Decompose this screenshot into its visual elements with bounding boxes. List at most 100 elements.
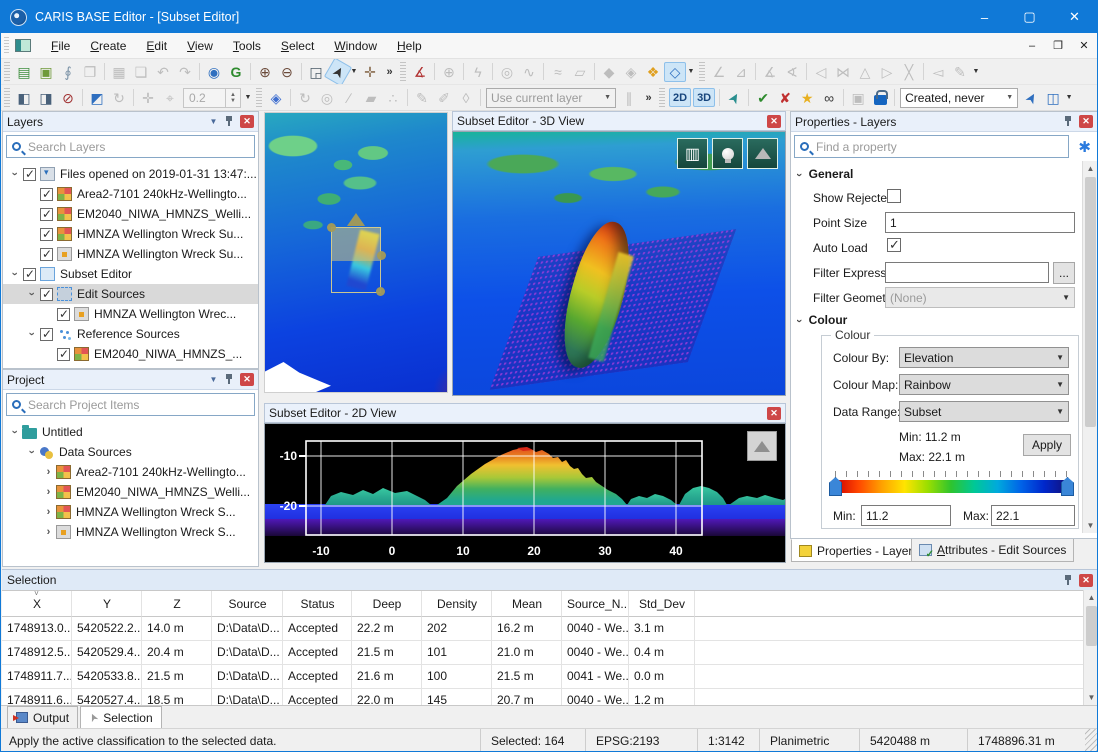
exaggeration-button-2d[interactable] [747, 431, 777, 461]
visibility-checkbox[interactable] [40, 188, 53, 201]
apply-button[interactable]: Apply [1023, 434, 1071, 456]
colour-layers-icon[interactable]: ❖ [642, 62, 664, 82]
zoom-window-icon[interactable]: ◲ [305, 62, 327, 82]
column-header-x[interactable]: X˅ [2, 591, 72, 617]
tree-item[interactable]: ›EM2040_NIWA_HMNZS_Welli... [3, 482, 258, 502]
subset-handle-right[interactable] [377, 251, 386, 260]
data-range-combo[interactable]: Subset▼ [899, 401, 1069, 422]
tree-item[interactable]: HMNZA Wellington Wreck Su... [3, 244, 258, 264]
max-input[interactable]: 22.1 [991, 505, 1075, 526]
close-button[interactable]: ✕ [1052, 1, 1097, 33]
lighting-button[interactable] [712, 138, 743, 169]
project-panel-close-icon[interactable]: ✕ [240, 373, 254, 386]
colour-section-header[interactable]: ›Colour [797, 313, 847, 327]
properties-panel-close-icon[interactable]: ✕ [1079, 115, 1093, 128]
point-size-input[interactable]: 1 [885, 212, 1075, 233]
dropdown-arrow-icon[interactable]: ▼ [1064, 94, 1074, 101]
subset-handle-top-left[interactable] [327, 223, 336, 232]
scroll-down-icon[interactable]: ▼ [1083, 518, 1098, 533]
menu-help[interactable]: Help [387, 36, 432, 56]
expander-icon[interactable]: › [9, 425, 21, 440]
auto-load-checkbox[interactable] [887, 238, 901, 252]
subset-handle-bottom-right[interactable] [376, 287, 385, 296]
tree-item[interactable]: ›Files opened on 2019-01-31 13:47:... [3, 164, 258, 184]
table-row[interactable]: 1748911.7...5420533.8...21.5 mD:\Data\D.… [2, 665, 1083, 689]
view-3d-button[interactable]: 3D [693, 88, 715, 107]
import-data-icon[interactable]: ▣ [35, 62, 57, 82]
menu-view[interactable]: View [177, 36, 223, 56]
open-surface-icon[interactable]: ▤ [13, 62, 35, 82]
toolbar-grip[interactable] [256, 88, 262, 108]
view3d-header[interactable]: Subset Editor - 3D View ✕ [452, 111, 786, 131]
dropdown-arrow-icon[interactable]: ▼ [686, 68, 696, 75]
lock-icon[interactable] [869, 88, 891, 108]
scrollbar-thumb[interactable] [1085, 177, 1096, 427]
column-header-deep[interactable]: Deep [352, 591, 422, 617]
project-search-box[interactable]: Search Project Items [6, 393, 255, 416]
reject-icon[interactable]: ✘ [774, 88, 796, 108]
view3d-canvas[interactable]: ▥ [452, 131, 786, 396]
pan-hand-icon[interactable]: ✛ [359, 62, 381, 82]
visibility-checkbox[interactable] [40, 208, 53, 221]
subset-selection-box[interactable] [331, 227, 381, 293]
menu-tools[interactable]: Tools [223, 36, 271, 56]
georeference-icon[interactable]: ◈ [265, 88, 287, 108]
expander-icon[interactable]: › [41, 526, 56, 538]
expander-icon[interactable]: › [41, 466, 56, 478]
tree-item[interactable]: ›Reference Sources [3, 324, 258, 344]
expander-icon[interactable]: › [9, 167, 21, 182]
web-map-icon[interactable]: ◉ [203, 62, 225, 82]
property-search-box[interactable]: Find a property [794, 135, 1069, 158]
layers-panel-close-icon[interactable]: ✕ [240, 115, 254, 128]
dropdown-arrow-icon[interactable]: ▼ [243, 94, 253, 101]
minimize-button[interactable]: – [962, 1, 1007, 33]
column-header-y[interactable]: Y [72, 591, 142, 617]
tree-item[interactable]: ›Data Sources [3, 442, 258, 462]
tab-properties-layers[interactable]: Properties - Layers [791, 539, 926, 562]
subset-rotate-handle[interactable] [347, 213, 365, 226]
layers-search-box[interactable]: Search Layers [6, 135, 255, 158]
table-row[interactable]: 1748913.0...5420522.2...14.0 mD:\Data\D.… [2, 617, 1083, 641]
toolbar-grip[interactable] [659, 88, 665, 108]
tree-item[interactable]: HMNZA Wellington Wreck Su... [3, 224, 258, 244]
visibility-checkbox[interactable] [57, 308, 70, 321]
view3d-close-icon[interactable]: ✕ [767, 115, 781, 128]
mdi-restore-button[interactable]: ❐ [1045, 39, 1071, 52]
tree-item[interactable]: EM2040_NIWA_HMNZS_... [3, 344, 258, 364]
record-movie-button[interactable]: ▥ [677, 138, 708, 169]
column-header-z[interactable]: Z [142, 591, 212, 617]
properties-scrollbar[interactable]: ▲ ▼ [1082, 161, 1097, 533]
show-rejected-checkbox[interactable] [887, 189, 901, 203]
column-header-std-dev[interactable]: Std_Dev [629, 591, 695, 617]
expander-icon[interactable]: › [41, 486, 56, 498]
menu-select[interactable]: Select [271, 36, 324, 56]
visibility-checkbox[interactable] [40, 228, 53, 241]
toolbar-grip[interactable] [4, 88, 10, 108]
tree-item[interactable]: ›Subset Editor [3, 264, 258, 284]
select-rect-add-icon[interactable]: ◨ [35, 88, 57, 108]
selection-panel-pin-icon[interactable] [1064, 574, 1073, 587]
visibility-checkbox[interactable] [40, 248, 53, 261]
toolbar-grip[interactable] [4, 62, 10, 82]
status-filter-combo[interactable]: Created, never▼ [900, 88, 1018, 108]
tab-selection[interactable]: ➤ Selection [80, 706, 162, 728]
min-input[interactable]: 11.2 [861, 505, 951, 526]
quick-pick-cursor-icon[interactable]: ➤ [720, 85, 748, 111]
expander-icon[interactable]: › [26, 445, 38, 460]
zoom-in-icon[interactable]: ⊕ [254, 62, 276, 82]
flag-outstanding-icon[interactable]: ★ [796, 88, 818, 108]
examine-binoculars-icon[interactable]: ∞ [818, 88, 840, 108]
view2d-canvas[interactable]: -10 -20 -10 0 10 20 30 40 [264, 423, 786, 563]
visibility-checkbox[interactable] [23, 168, 36, 181]
column-header-source[interactable]: Source [212, 591, 283, 617]
filter-expression-input[interactable] [885, 262, 1049, 283]
select-zoom-icon[interactable]: ◩ [86, 88, 108, 108]
toolbar-overflow-icon[interactable]: » [381, 66, 397, 78]
column-header-status[interactable]: Status [283, 591, 352, 617]
mdi-close-button[interactable]: ✕ [1071, 39, 1097, 52]
scrollbar-thumb[interactable] [1086, 606, 1097, 646]
toolbar-grip[interactable] [400, 62, 406, 82]
dropdown-arrow-icon[interactable]: ▼ [971, 68, 981, 75]
classify-cursor-icon[interactable]: ➤ [1017, 85, 1045, 111]
visibility-checkbox[interactable] [40, 328, 53, 341]
